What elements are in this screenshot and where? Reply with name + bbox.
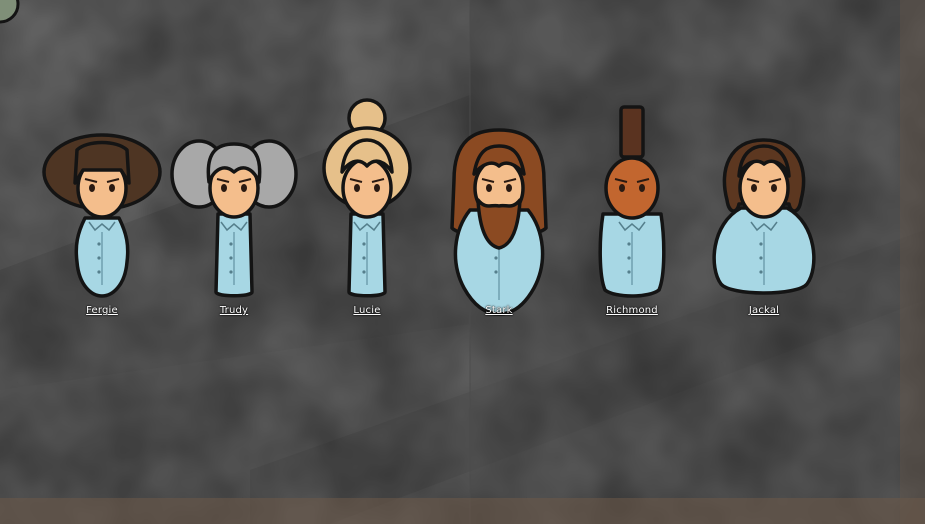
- colonist-sprite: [712, 138, 816, 295]
- colonist-trudy[interactable]: Trudy: [169, 0, 299, 330]
- game-viewport[interactable]: Fergie Trudy Lucie Stark Richmond Jackal: [0, 0, 925, 524]
- colonist-lucie[interactable]: Lucie: [302, 0, 432, 330]
- colonist-name-label[interactable]: Richmond: [567, 305, 697, 316]
- colonist-name-label[interactable]: Lucie: [302, 305, 432, 316]
- colonist-name-label[interactable]: Jackal: [699, 305, 829, 316]
- colonist-sprite: [450, 128, 548, 316]
- colonist-sprite: [42, 133, 162, 298]
- colonist-name-label[interactable]: Fergie: [37, 305, 167, 316]
- colonist-name-label[interactable]: Trudy: [169, 305, 299, 316]
- colonist-sprite: [170, 139, 298, 298]
- colonist-richmond[interactable]: Richmond: [567, 0, 697, 330]
- colonist-name-label[interactable]: Stark: [434, 305, 564, 316]
- colonist-sprite: [598, 105, 666, 298]
- colonist-stark[interactable]: Stark: [434, 0, 564, 330]
- colonist-sprite: [322, 98, 412, 298]
- colonist-jackal[interactable]: Jackal: [699, 0, 829, 330]
- colonist-fergie[interactable]: Fergie: [37, 0, 167, 330]
